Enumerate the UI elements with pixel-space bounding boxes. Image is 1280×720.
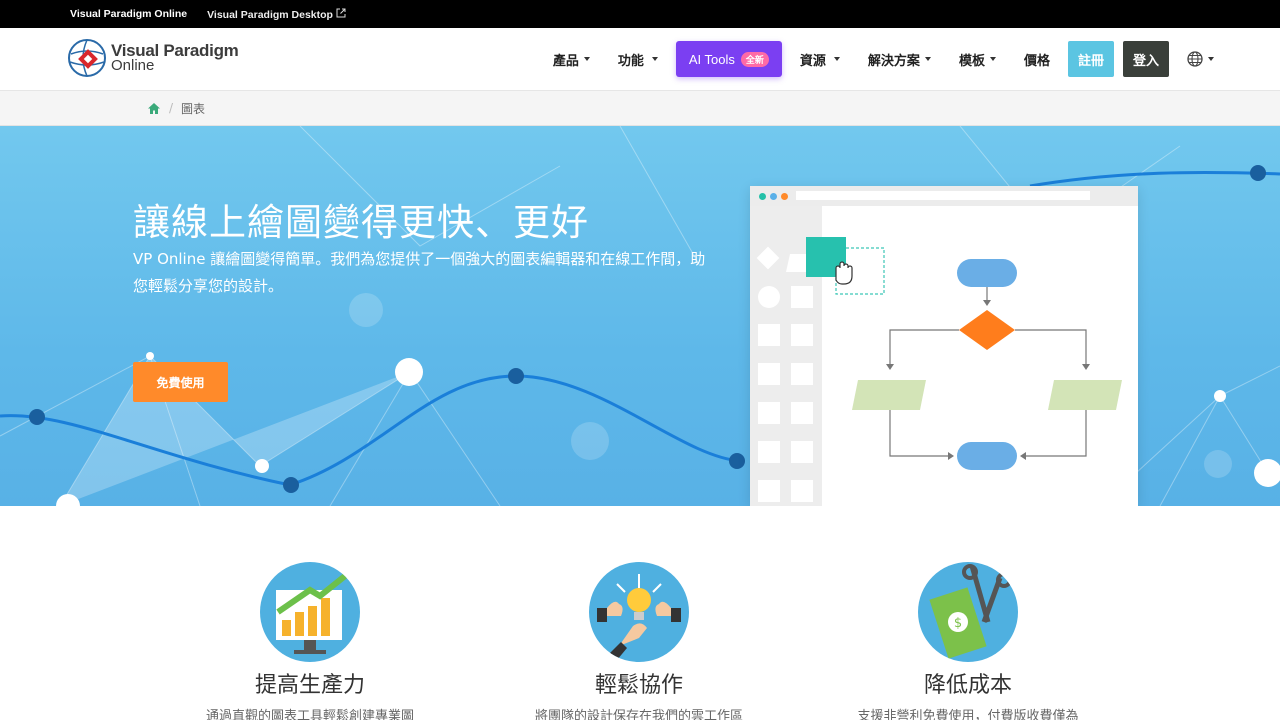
breadcrumb-current: 圖表 xyxy=(181,101,206,116)
nav-features-label: 功能 xyxy=(617,53,644,69)
caret-down-icon xyxy=(651,57,658,61)
free-trial-button[interactable]: 免費使用 xyxy=(133,362,228,402)
main-navbar: Visual Paradigm Online 產品 功能 AI Tools 全新 … xyxy=(0,28,1280,91)
caret-down-icon xyxy=(1208,57,1214,61)
external-link-icon xyxy=(336,8,346,21)
feature-title: 提高生產力 xyxy=(254,673,365,698)
flowchart-canvas xyxy=(806,237,1122,470)
vp-desktop-label: Visual Paradigm Desktop xyxy=(207,8,333,21)
feature-description: 通過直觀的圖表工具輕鬆創建專業圖 xyxy=(205,709,414,720)
growth-chart-icon xyxy=(260,562,360,662)
globe-icon xyxy=(1187,51,1203,67)
nav-products[interactable]: 產品 xyxy=(539,41,604,77)
feature-title: 降低成本 xyxy=(923,673,1012,698)
feature-description: 將團隊的設計保存在我們的雲工作區 xyxy=(534,709,743,720)
language-selector[interactable] xyxy=(1187,51,1214,67)
svg-text:$: $ xyxy=(954,616,962,631)
nav-solutions[interactable]: 解決方案 xyxy=(854,41,945,77)
nav-solutions-label: 解決方案 xyxy=(867,53,920,69)
caret-down-icon xyxy=(989,57,996,61)
feature-title: 輕鬆協作 xyxy=(594,673,683,698)
vp-desktop-link[interactable]: Visual Paradigm Desktop xyxy=(207,8,346,21)
feature-cost: $ 降低成本 支援非營利免費使用，付費版收費僅為 xyxy=(838,562,1098,720)
nav-templates[interactable]: 模板 xyxy=(945,41,1010,77)
nav-resources-label: 資源 xyxy=(799,53,826,69)
feature-description: 支援非營利免費使用，付費版收費僅為 xyxy=(857,709,1079,720)
nav-menu: 產品 功能 AI Tools 全新 資源 解決方案 模板 價格 註冊 登入 xyxy=(539,41,1214,77)
ai-tools-button[interactable]: AI Tools 全新 xyxy=(675,41,782,77)
nav-pricing-label: 價格 xyxy=(1023,53,1050,69)
editor-mockup xyxy=(750,186,1138,506)
logo-line1: Visual Paradigm xyxy=(111,41,239,60)
caret-down-icon xyxy=(583,57,590,61)
nav-features[interactable]: 功能 xyxy=(604,41,672,77)
nav-pricing[interactable]: 價格 xyxy=(1010,41,1064,77)
login-button[interactable]: 登入 xyxy=(1122,41,1169,77)
register-button[interactable]: 註冊 xyxy=(1067,41,1114,77)
ai-tools-label: AI Tools xyxy=(688,51,735,67)
caret-down-icon xyxy=(833,57,840,61)
feature-productivity: 提高生產力 通過直觀的圖表工具輕鬆創建專業圖 xyxy=(180,562,440,720)
collaboration-icon xyxy=(589,562,689,662)
new-badge: 全新 xyxy=(740,51,769,67)
logo-mark-icon xyxy=(68,39,106,77)
hero-subtitle: VP Online 讓繪圖變得簡單。我們為您提供了一個強大的圖表編輯器和在線工作… xyxy=(133,250,706,295)
feature-collaboration: 輕鬆協作 將團隊的設計保存在我們的雲工作區 xyxy=(509,562,769,720)
breadcrumb-separator: / xyxy=(169,101,174,115)
home-icon[interactable] xyxy=(147,102,161,115)
site-logo[interactable]: Visual Paradigm Online xyxy=(67,38,239,78)
top-bar: Visual Paradigm Online Visual Paradigm D… xyxy=(0,0,1280,28)
hero-banner: 讓線上繪圖變得更快、更好 VP Online 讓繪圖變得簡單。我們為您提供了一個… xyxy=(0,126,1280,506)
vp-online-link[interactable]: Visual Paradigm Online xyxy=(70,8,187,20)
nav-templates-label: 模板 xyxy=(958,53,985,69)
caret-down-icon xyxy=(924,57,931,61)
hero-title: 讓線上繪圖變得更快、更好 xyxy=(133,201,589,244)
cost-cut-icon: $ xyxy=(918,562,1018,662)
features-section: 提高生產力 通過直觀的圖表工具輕鬆創建專業圖 輕鬆協作 將團隊的設計保存在我們的… xyxy=(0,506,1280,720)
breadcrumb: / 圖表 xyxy=(0,91,1280,126)
nav-resources[interactable]: 資源 xyxy=(786,41,854,77)
nav-products-label: 產品 xyxy=(552,53,579,69)
logo-line2: Online xyxy=(111,57,155,74)
